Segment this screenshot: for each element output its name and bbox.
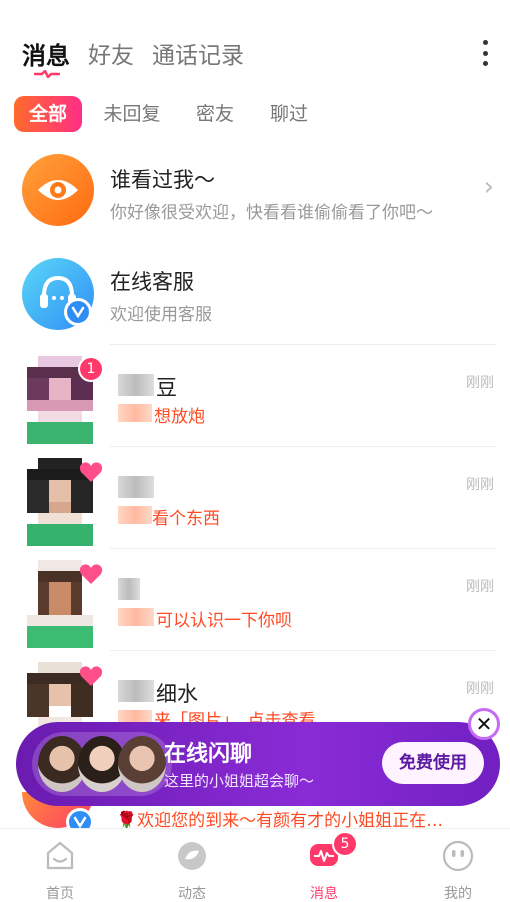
timestamp: 刚刚 [466, 477, 494, 493]
banner-photos [32, 732, 172, 796]
conversation-row[interactable]: 1 豆 想放炮 刚刚 [0, 350, 510, 450]
blurred-message [118, 608, 154, 626]
service-subtitle: 欢迎使用客服 [110, 305, 212, 325]
tab-friends[interactable]: 好友 [88, 36, 134, 70]
banner-subtitle: 这里的小姐姐超会聊～ [164, 772, 315, 790]
top-tabs: 消息 好友 通话记录 [0, 0, 510, 90]
visitors-subtitle: 你好像很受欢迎，快看看谁偷偷看了你吧～ [110, 203, 433, 223]
customer-service-row[interactable]: 在线客服 欢迎使用客服 [0, 252, 510, 345]
last-message: 想放炮 [154, 407, 205, 427]
nav-label: 首页 [46, 886, 74, 902]
blurred-message [118, 404, 152, 422]
filter-unreplied[interactable]: 未回复 [96, 96, 168, 132]
heart-icon [79, 462, 103, 482]
timestamp: 刚刚 [466, 681, 494, 697]
bottom-nav: 首页 动态 5 消息 我的 [0, 828, 510, 902]
profile-icon [442, 840, 474, 872]
home-icon [46, 841, 74, 870]
nav-home[interactable]: 首页 [20, 839, 100, 902]
message-count-badge: 5 [332, 831, 358, 857]
tab-call-history[interactable]: 通话记录 [152, 36, 244, 70]
timestamp: 刚刚 [466, 375, 494, 391]
banner-avatar [118, 736, 166, 792]
timestamp: 刚刚 [466, 579, 494, 595]
filter-close-friends[interactable]: 密友 [188, 96, 242, 132]
feed-icon [178, 842, 206, 870]
active-tab-indicator [34, 70, 60, 78]
service-title: 在线客服 [110, 270, 194, 294]
verified-badge-icon [64, 298, 92, 326]
divider [110, 344, 496, 345]
filter-chatted[interactable]: 聊过 [262, 96, 316, 132]
nav-feed[interactable]: 动态 [152, 839, 232, 902]
free-use-button[interactable]: 免费使用 [382, 742, 484, 784]
close-icon[interactable]: ✕ [468, 708, 500, 740]
contact-name: 细水 [156, 682, 198, 706]
divider [110, 446, 496, 447]
blurred-message [118, 506, 152, 524]
filter-all[interactable]: 全部 [14, 96, 82, 132]
eye-icon [22, 154, 94, 226]
nav-label: 动态 [178, 886, 206, 902]
heart-icon [79, 564, 103, 584]
conversation-row[interactable]: 可以认识一下你呗 刚刚 [0, 554, 510, 654]
unread-badge: 1 [78, 356, 104, 382]
divider [110, 548, 496, 549]
contact-name: 豆 [156, 376, 177, 400]
nav-label: 我的 [444, 886, 472, 902]
blurred-name [118, 476, 154, 498]
filter-bar: 全部 未回复 密友 聊过 [0, 94, 510, 134]
conversation-row[interactable]: 看个东西 刚刚 [0, 452, 510, 552]
blurred-name [118, 374, 154, 396]
last-message: 可以认识一下你呗 [156, 611, 292, 631]
visitors-title: 谁看过我～ [110, 168, 215, 192]
heart-icon [79, 666, 103, 686]
divider [110, 650, 496, 651]
nav-profile[interactable]: 我的 [418, 839, 498, 902]
banner-title: 在线闪聊 [164, 742, 253, 767]
chevron-right-icon: › [483, 172, 494, 202]
conversation-row[interactable]: 细水 来「图片」，点击查看 刚刚 [0, 656, 510, 731]
quick-chat-banner[interactable]: 在线闪聊 这里的小姐姐超会聊～ 免费使用 [16, 722, 500, 806]
more-options-icon[interactable] [478, 40, 492, 66]
blurred-name [118, 578, 140, 600]
tab-messages[interactable]: 消息 [22, 36, 70, 71]
blurred-name [118, 680, 154, 702]
nav-label: 消息 [310, 886, 338, 902]
last-message: 看个东西 [152, 509, 220, 529]
nav-messages[interactable]: 5 消息 [284, 831, 364, 902]
visitors-row[interactable]: 谁看过我～ 你好像很受欢迎，快看看谁偷偷看了你吧～ › [0, 146, 510, 236]
